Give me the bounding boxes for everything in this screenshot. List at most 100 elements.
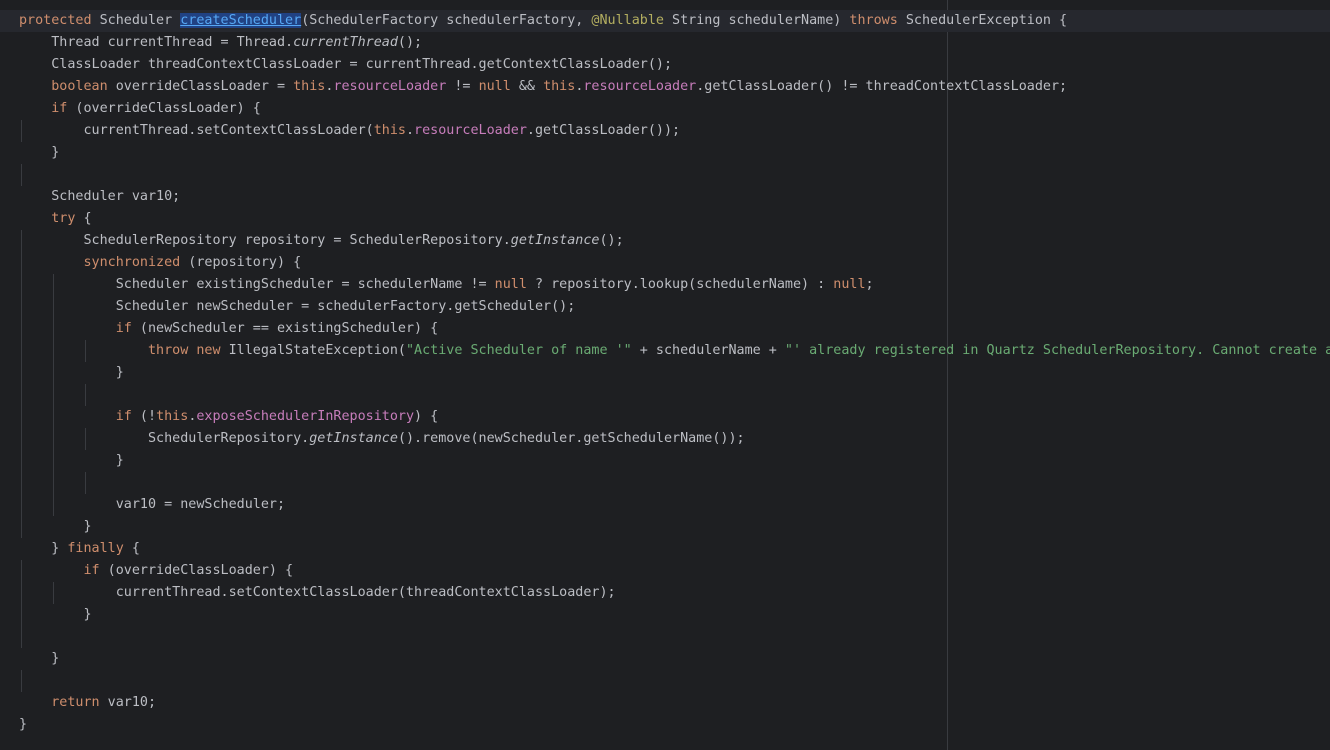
code-token: exposeSchedulerInRepository — [196, 409, 415, 424]
code-token: } — [19, 717, 28, 732]
indent-guide — [85, 384, 86, 406]
code-token: "' already registered in Quartz Schedule… — [784, 343, 1330, 358]
code-line[interactable]: var10 = newScheduler; — [0, 494, 1330, 516]
code-token: if — [83, 563, 100, 578]
code-token: synchronized — [83, 255, 181, 270]
code-token: finally — [67, 541, 124, 556]
indent-guide — [21, 274, 22, 296]
code-line[interactable]: } — [0, 362, 1330, 384]
code-line[interactable]: SchedulerRepository repository = Schedul… — [0, 230, 1330, 252]
code-token: createScheduler — [180, 13, 302, 28]
code-line[interactable]: throw new IllegalStateException("Active … — [0, 340, 1330, 362]
indent-guide — [21, 252, 22, 274]
code-token: ) { — [414, 409, 439, 424]
code-token: ().remove(newScheduler.getSchedulerName(… — [397, 431, 745, 446]
code-editor[interactable]: protected Scheduler createScheduler(Sche… — [0, 0, 1330, 750]
indent-guide — [21, 472, 22, 494]
code-token: throws — [849, 13, 898, 28]
code-line[interactable]: ClassLoader threadContextClassLoader = c… — [0, 54, 1330, 76]
code-line[interactable]: } — [0, 516, 1330, 538]
indent-guide — [53, 340, 54, 362]
code-line[interactable]: if (overrideClassLoader) { — [0, 98, 1330, 120]
code-token: Scheduler — [91, 13, 181, 28]
code-line[interactable]: if (newScheduler == existingScheduler) { — [0, 318, 1330, 340]
code-line[interactable] — [0, 472, 1330, 494]
code-token: var10 = newScheduler; — [115, 497, 286, 512]
indent-guide — [21, 494, 22, 516]
indent-guide — [53, 494, 54, 516]
code-token: (overrideClassLoader) { — [99, 563, 294, 578]
code-token: Scheduler var10; — [51, 189, 181, 204]
code-line[interactable]: } — [0, 648, 1330, 670]
code-token: getInstance — [510, 233, 600, 248]
code-token: Scheduler existingScheduler = schedulerN… — [115, 277, 495, 292]
code-token: } — [51, 651, 60, 666]
code-area[interactable]: protected Scheduler createScheduler(Sche… — [0, 10, 1330, 736]
code-token: SchedulerRepository. — [148, 431, 310, 446]
indent-guide — [21, 670, 22, 692]
code-line[interactable]: if (overrideClassLoader) { — [0, 560, 1330, 582]
indent-guide — [21, 450, 22, 472]
code-token: } — [51, 145, 60, 160]
code-token: overrideClassLoader = — [107, 79, 294, 94]
indent-guide — [53, 428, 54, 450]
code-line[interactable]: return var10; — [0, 692, 1330, 714]
code-token: if — [115, 409, 132, 424]
code-token: IllegalStateException( — [220, 343, 406, 358]
code-line[interactable] — [0, 384, 1330, 406]
code-line[interactable] — [0, 626, 1330, 648]
code-line[interactable]: Scheduler existingScheduler = schedulerN… — [0, 274, 1330, 296]
code-token: SchedulerRepository repository = Schedul… — [83, 233, 511, 248]
code-line[interactable]: } finally { — [0, 538, 1330, 560]
code-line[interactable]: currentThread.setContextClassLoader(this… — [0, 120, 1330, 142]
code-line[interactable]: } — [0, 450, 1330, 472]
code-line[interactable]: } — [0, 714, 1330, 736]
code-token: .getClassLoader() != threadContextClassL… — [696, 79, 1068, 94]
code-token: resourceLoader — [414, 123, 527, 138]
code-line[interactable]: Thread currentThread = Thread.currentThr… — [0, 32, 1330, 54]
code-line[interactable]: } — [0, 604, 1330, 626]
code-token: } — [83, 607, 92, 622]
code-line[interactable]: SchedulerRepository.getInstance().remove… — [0, 428, 1330, 450]
code-token: null — [833, 277, 866, 292]
code-line[interactable]: currentThread.setContextClassLoader(thre… — [0, 582, 1330, 604]
code-token: (overrideClassLoader) { — [67, 101, 261, 116]
code-token: resourceLoader — [333, 79, 447, 94]
code-line[interactable]: boolean overrideClassLoader = this.resou… — [0, 76, 1330, 98]
code-line[interactable]: synchronized (repository) { — [0, 252, 1330, 274]
code-line[interactable]: Scheduler var10; — [0, 186, 1330, 208]
code-token: String schedulerName) — [663, 13, 850, 28]
code-line[interactable]: protected Scheduler createScheduler(Sche… — [0, 10, 1330, 32]
indent-guide — [53, 296, 54, 318]
code-line[interactable] — [0, 670, 1330, 692]
code-line[interactable]: Scheduler newScheduler = schedulerFactor… — [0, 296, 1330, 318]
code-line[interactable] — [0, 164, 1330, 186]
code-token: (SchedulerFactory schedulerFactory, — [301, 13, 592, 28]
code-line[interactable]: try { — [0, 208, 1330, 230]
code-token: && — [510, 79, 544, 94]
indent-guide — [21, 230, 22, 252]
code-line[interactable]: if (!this.exposeSchedulerInRepository) { — [0, 406, 1330, 428]
code-line[interactable]: } — [0, 142, 1330, 164]
indent-guide — [21, 384, 22, 406]
code-token: (newScheduler == existingScheduler) { — [131, 321, 439, 336]
code-token: SchedulerException { — [897, 13, 1068, 28]
code-token: ? repository.lookup(schedulerName) : — [526, 277, 834, 292]
indent-guide — [21, 362, 22, 384]
indent-guide — [53, 582, 54, 604]
code-token: this — [293, 79, 326, 94]
